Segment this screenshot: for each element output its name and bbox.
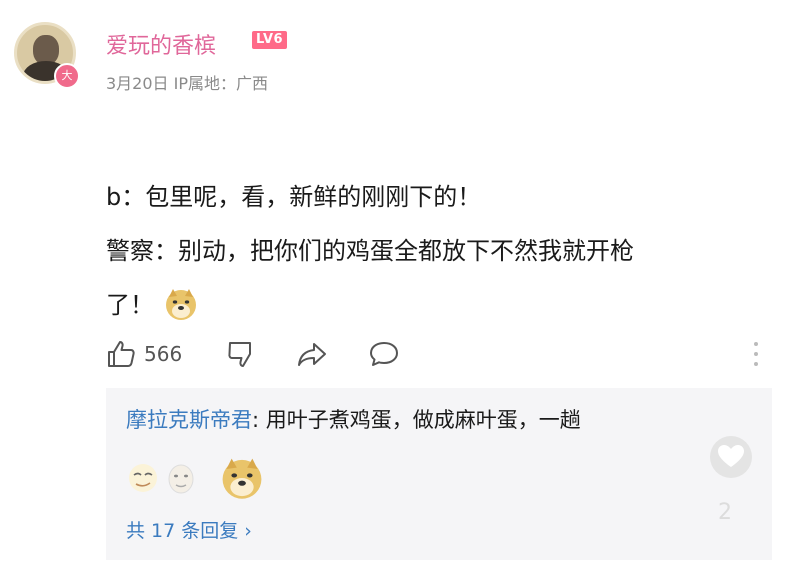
reply-emojis [126,456,264,500]
share-button[interactable] [296,339,328,369]
action-bar: 566 [106,336,400,372]
reply-text-line: 摩拉克斯帝君: 用叶子煮鸡蛋，做成麻叶蛋，一趟 [126,404,736,434]
username[interactable]: 爱玩的香槟 [106,28,216,60]
heart-count: 2 [718,500,732,525]
doge-emoji-icon [222,458,262,499]
like-button[interactable]: 566 [106,339,226,369]
reply-text: : 用叶子煮鸡蛋，做成麻叶蛋，一趟 [252,408,581,432]
avatar-badge: 大 [54,63,80,89]
comment-line-last: 了！ [106,278,766,332]
level-badge: LV6 [252,31,288,49]
comment-body: b：包里呢，看，新鲜的刚刚下的！ 警察：别动，把你们的鸡蛋全都放下不然我就开枪 … [106,170,766,332]
comment-meta: 3月20日 IP属地：广西 [106,74,268,93]
dislike-button[interactable] [226,339,256,369]
share-icon [298,343,327,366]
thumbs-up-icon [108,341,135,367]
reply-author[interactable]: 摩拉克斯帝君 [126,408,252,432]
comment-button[interactable] [368,339,400,369]
reply-preview[interactable]: 摩拉克斯帝君: 用叶子煮鸡蛋，做成麻叶蛋，一趟 共 17 条回复 › 2 [106,388,772,560]
face-emoji-icon [168,464,194,494]
heart-icon[interactable] [710,436,752,478]
comment-line: 警察：别动，把你们的鸡蛋全都放下不然我就开枪 [106,237,634,265]
view-replies-link[interactable]: 共 17 条回复 › [126,516,252,543]
like-count: 566 [144,342,183,366]
smirk-emoji-icon [129,464,157,492]
more-vertical-icon[interactable] [746,336,766,372]
comment-line: b：包里呢，看，新鲜的刚刚下的！ [106,183,482,211]
doge-emoji-icon [166,289,196,320]
thumbs-down-icon [228,342,252,367]
comment-icon [370,342,399,366]
comment-line: 了！ [106,291,154,319]
